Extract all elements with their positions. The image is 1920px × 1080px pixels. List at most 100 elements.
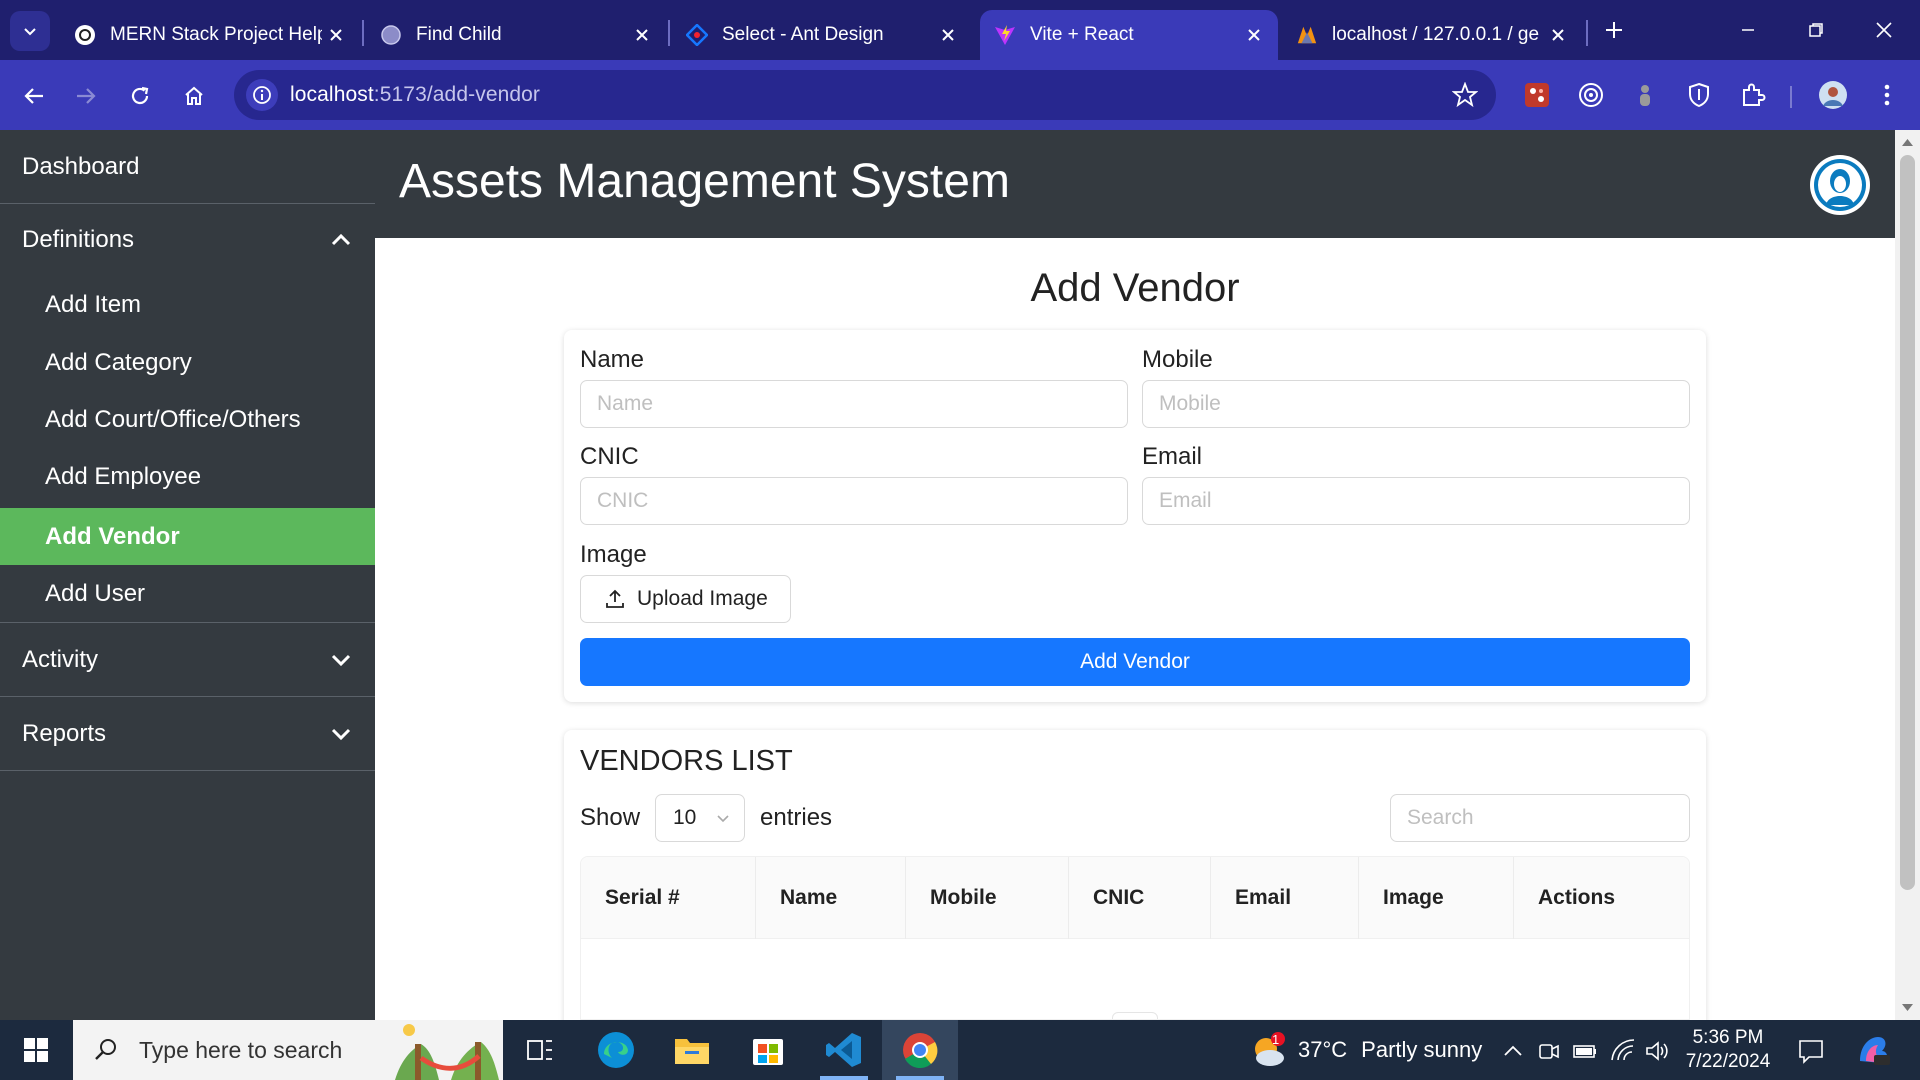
new-tab-button[interactable] [1598,14,1630,46]
windows-taskbar: Type here to search 1 37°C Partly sunny … [0,1020,1920,1080]
scroll-up-icon[interactable] [1902,138,1913,146]
chevron-up-icon[interactable] [1500,1038,1526,1064]
close-icon[interactable] [1544,21,1572,49]
mobile-label: Mobile [1142,346,1213,373]
tab-phpmyadmin[interactable]: localhost / 127.0.0.1 / ge [1282,10,1582,60]
address-bar[interactable]: localhost:5173/add-vendor [234,70,1496,120]
edge-icon [598,1032,634,1068]
sidebar-item-activity[interactable]: Activity [0,623,375,696]
taskbar-chrome[interactable] [882,1020,958,1080]
sidebar-item-add-user[interactable]: Add User [0,565,375,622]
taskbar-microsoft-store[interactable] [730,1020,806,1080]
forward-button[interactable] [66,76,106,116]
sidebar-item-add-court-office[interactable]: Add Court/Office/Others [0,391,375,448]
partly-sunny-icon [1255,1032,1285,1066]
search-input[interactable] [1390,794,1690,842]
weather-temperature: 37°C [1298,1037,1348,1062]
column-header-cnic[interactable]: CNIC [1069,857,1210,939]
sidebar-item-add-item[interactable]: Add Item [0,276,375,334]
start-button[interactable] [0,1020,72,1080]
extension-button[interactable] [1628,78,1662,112]
puzzle-icon [1743,83,1766,106]
sidebar-item-label: Add Category [45,348,192,376]
site-info-button[interactable] [246,79,278,111]
tab-separator [1586,20,1588,46]
page-title: Add Vendor [1030,266,1240,310]
page-scrollbar[interactable] [1895,130,1920,1020]
sidebar-item-label: Add Item [45,291,142,318]
volume-icon[interactable] [1644,1038,1670,1064]
notifications-icon[interactable] [1797,1037,1825,1065]
battery-icon[interactable] [1572,1038,1598,1064]
cnic-input[interactable] [580,477,1128,525]
user-avatar-icon [1814,159,1866,211]
sidebar-item-dashboard[interactable]: Dashboard [0,130,375,203]
user-avatar[interactable] [1810,155,1870,215]
wifi-icon[interactable] [1610,1038,1636,1064]
taskbar-search-box[interactable]: Type here to search [73,1020,503,1080]
taskbar-vscode[interactable] [806,1020,882,1080]
mobile-input[interactable] [1142,380,1690,428]
plus-icon [1606,22,1622,38]
restore-button[interactable] [1786,10,1846,50]
page-size-select[interactable]: 10 [655,794,745,842]
reload-button[interactable] [120,76,160,116]
page-size-value: 10 [673,806,697,829]
close-icon[interactable] [322,21,350,49]
scroll-down-icon[interactable] [1902,1004,1913,1012]
copilot-icon[interactable] [1856,1033,1892,1067]
column-header-image[interactable]: Image [1359,857,1513,939]
extension-button[interactable] [1682,78,1716,112]
sidebar-item-label: Add User [45,579,146,607]
sidebar-item-definitions[interactable]: Definitions [0,204,375,276]
column-header-serial[interactable]: Serial # [581,857,755,939]
tab-vite-react[interactable]: Vite + React [980,10,1278,60]
tab-mern-stack[interactable]: MERN Stack Project Help [60,10,360,60]
home-button[interactable] [174,76,214,116]
tab-search-button[interactable] [10,11,50,51]
column-header-email[interactable]: Email [1211,857,1358,939]
sidebar-item-label: Add Vendor [45,522,180,550]
cnic-label: CNIC [580,443,639,470]
column-header-actions[interactable]: Actions [1514,857,1689,939]
upload-image-button[interactable]: Upload Image [580,575,791,623]
taskbar-weather-widget[interactable]: 1 37°C Partly sunny [1248,1020,1482,1080]
email-input[interactable] [1142,477,1690,525]
url-text[interactable]: localhost:5173/add-vendor [290,83,540,107]
back-button[interactable] [14,76,54,116]
chevron-down-icon [331,728,351,740]
taskbar-file-explorer[interactable] [654,1020,730,1080]
sidebar-item-reports[interactable]: Reports [0,697,375,770]
close-icon[interactable] [934,21,962,49]
add-vendor-button[interactable]: Add Vendor [580,638,1690,686]
tab-ant-design[interactable]: Select - Ant Design [672,10,972,60]
minimize-button[interactable] [1718,10,1778,50]
tab-separator [668,20,670,46]
scrollbar-thumb[interactable] [1900,155,1915,890]
meet-now-icon[interactable] [1536,1038,1562,1064]
close-icon[interactable] [1240,21,1268,49]
extension-button[interactable] [1574,78,1608,112]
taskbar-clock[interactable]: 5:36 PM 7/22/2024 [1678,1026,1778,1074]
bookmark-star-icon[interactable] [1452,82,1478,108]
store-icon [753,1039,783,1065]
column-header-mobile[interactable]: Mobile [906,857,1068,939]
column-header-name[interactable]: Name [756,857,905,939]
sidebar-item-add-category[interactable]: Add Category [0,334,375,391]
name-input[interactable] [580,380,1128,428]
vite-icon [994,24,1016,46]
toolbar-separator [1790,86,1792,108]
sidebar-item-add-employee[interactable]: Add Employee [0,448,375,505]
sidebar-item-add-vendor[interactable]: Add Vendor [0,508,375,565]
app-header: Assets Management System [375,130,1895,238]
close-icon[interactable] [628,21,656,49]
close-window-button[interactable] [1854,10,1914,50]
browser-menu-button[interactable] [1870,78,1904,112]
tab-find-child[interactable]: Find Child [366,10,666,60]
task-view-button[interactable] [502,1020,578,1080]
profile-button[interactable] [1816,78,1850,112]
extensions-menu-button[interactable] [1736,78,1770,112]
chevron-down-icon [331,654,351,666]
extension-button[interactable] [1520,78,1554,112]
taskbar-edge[interactable] [578,1020,654,1080]
